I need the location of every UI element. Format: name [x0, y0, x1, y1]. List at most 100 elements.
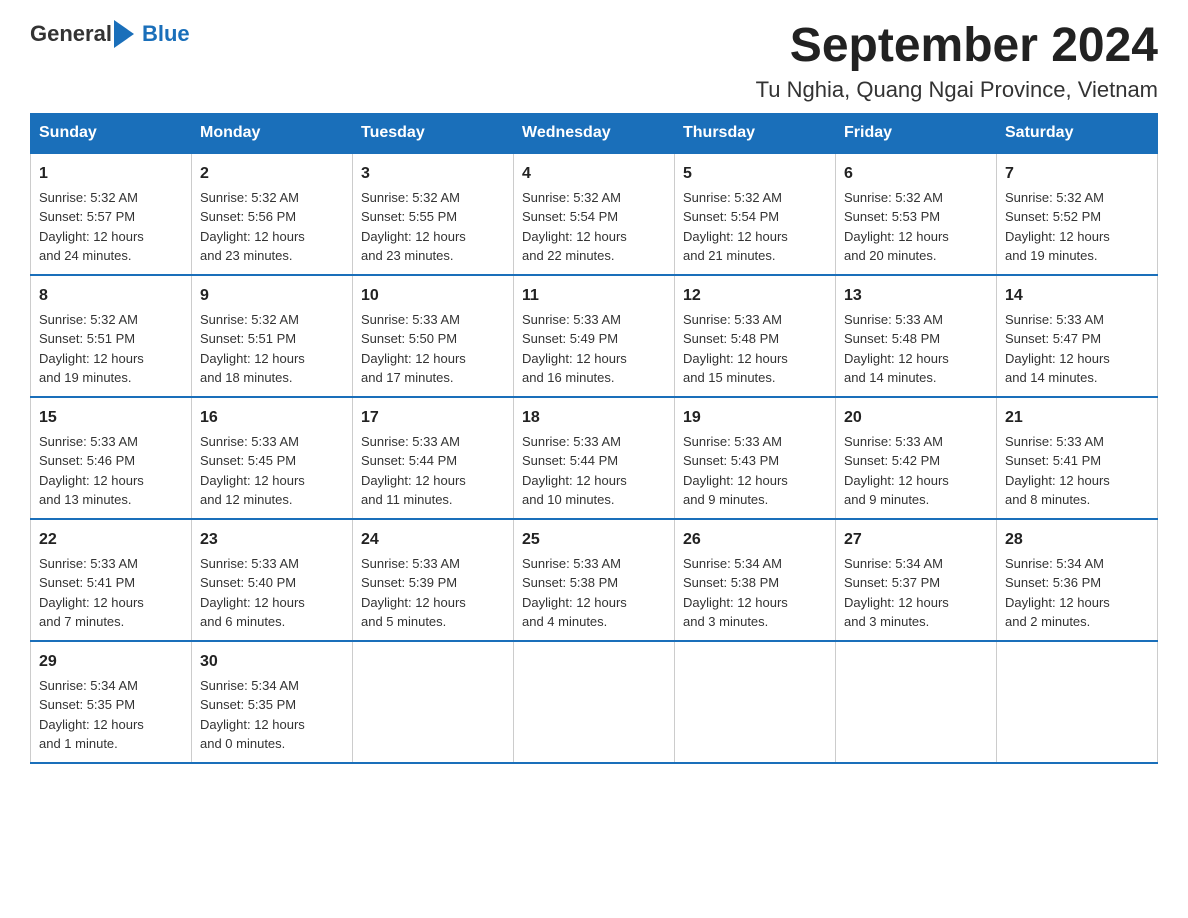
day-info: Sunrise: 5:34 AMSunset: 5:35 PMDaylight:…: [39, 676, 183, 754]
day-info: Sunrise: 5:33 AMSunset: 5:44 PMDaylight:…: [522, 432, 666, 510]
month-year-title: September 2024: [756, 20, 1158, 73]
calendar-day-cell: 10Sunrise: 5:33 AMSunset: 5:50 PMDayligh…: [353, 275, 514, 397]
day-number: 29: [39, 650, 183, 674]
day-number: 26: [683, 528, 827, 552]
day-number: 16: [200, 406, 344, 430]
calendar-day-cell: 11Sunrise: 5:33 AMSunset: 5:49 PMDayligh…: [514, 275, 675, 397]
day-info: Sunrise: 5:32 AMSunset: 5:53 PMDaylight:…: [844, 188, 988, 266]
calendar-day-cell: 5Sunrise: 5:32 AMSunset: 5:54 PMDaylight…: [675, 153, 836, 275]
day-info: Sunrise: 5:32 AMSunset: 5:56 PMDaylight:…: [200, 188, 344, 266]
calendar-week-row: 15Sunrise: 5:33 AMSunset: 5:46 PMDayligh…: [31, 397, 1158, 519]
calendar-header-saturday: Saturday: [997, 113, 1158, 153]
day-info: Sunrise: 5:32 AMSunset: 5:51 PMDaylight:…: [39, 310, 183, 388]
calendar-header-wednesday: Wednesday: [514, 113, 675, 153]
day-number: 4: [522, 162, 666, 186]
day-number: 9: [200, 284, 344, 308]
calendar-day-cell: 20Sunrise: 5:33 AMSunset: 5:42 PMDayligh…: [836, 397, 997, 519]
day-info: Sunrise: 5:32 AMSunset: 5:51 PMDaylight:…: [200, 310, 344, 388]
day-info: Sunrise: 5:34 AMSunset: 5:36 PMDaylight:…: [1005, 554, 1149, 632]
logo: General Blue: [30, 20, 190, 48]
day-number: 11: [522, 284, 666, 308]
day-number: 8: [39, 284, 183, 308]
calendar-day-cell: [997, 641, 1158, 763]
day-info: Sunrise: 5:33 AMSunset: 5:43 PMDaylight:…: [683, 432, 827, 510]
day-number: 5: [683, 162, 827, 186]
day-number: 6: [844, 162, 988, 186]
day-number: 28: [1005, 528, 1149, 552]
calendar-day-cell: 7Sunrise: 5:32 AMSunset: 5:52 PMDaylight…: [997, 153, 1158, 275]
calendar-week-row: 22Sunrise: 5:33 AMSunset: 5:41 PMDayligh…: [31, 519, 1158, 641]
day-info: Sunrise: 5:33 AMSunset: 5:42 PMDaylight:…: [844, 432, 988, 510]
calendar-day-cell: 2Sunrise: 5:32 AMSunset: 5:56 PMDaylight…: [192, 153, 353, 275]
calendar-day-cell: 17Sunrise: 5:33 AMSunset: 5:44 PMDayligh…: [353, 397, 514, 519]
calendar-day-cell: 26Sunrise: 5:34 AMSunset: 5:38 PMDayligh…: [675, 519, 836, 641]
day-info: Sunrise: 5:33 AMSunset: 5:41 PMDaylight:…: [1005, 432, 1149, 510]
day-number: 21: [1005, 406, 1149, 430]
calendar-day-cell: 30Sunrise: 5:34 AMSunset: 5:35 PMDayligh…: [192, 641, 353, 763]
day-info: Sunrise: 5:33 AMSunset: 5:46 PMDaylight:…: [39, 432, 183, 510]
calendar-day-cell: 27Sunrise: 5:34 AMSunset: 5:37 PMDayligh…: [836, 519, 997, 641]
day-info: Sunrise: 5:33 AMSunset: 5:49 PMDaylight:…: [522, 310, 666, 388]
page-header: General Blue September 2024 Tu Nghia, Qu…: [30, 20, 1158, 103]
day-info: Sunrise: 5:33 AMSunset: 5:47 PMDaylight:…: [1005, 310, 1149, 388]
calendar-header-monday: Monday: [192, 113, 353, 153]
day-number: 20: [844, 406, 988, 430]
day-number: 25: [522, 528, 666, 552]
day-info: Sunrise: 5:33 AMSunset: 5:39 PMDaylight:…: [361, 554, 505, 632]
calendar-day-cell: [836, 641, 997, 763]
logo-blue: Blue: [142, 21, 190, 47]
calendar-header-row: SundayMondayTuesdayWednesdayThursdayFrid…: [31, 113, 1158, 153]
day-info: Sunrise: 5:34 AMSunset: 5:38 PMDaylight:…: [683, 554, 827, 632]
calendar-week-row: 29Sunrise: 5:34 AMSunset: 5:35 PMDayligh…: [31, 641, 1158, 763]
calendar-day-cell: 24Sunrise: 5:33 AMSunset: 5:39 PMDayligh…: [353, 519, 514, 641]
calendar-day-cell: 12Sunrise: 5:33 AMSunset: 5:48 PMDayligh…: [675, 275, 836, 397]
day-info: Sunrise: 5:33 AMSunset: 5:40 PMDaylight:…: [200, 554, 344, 632]
logo-arrow-icon: [114, 20, 142, 48]
day-number: 18: [522, 406, 666, 430]
day-number: 7: [1005, 162, 1149, 186]
calendar-day-cell: 29Sunrise: 5:34 AMSunset: 5:35 PMDayligh…: [31, 641, 192, 763]
day-number: 24: [361, 528, 505, 552]
day-number: 19: [683, 406, 827, 430]
calendar-day-cell: 22Sunrise: 5:33 AMSunset: 5:41 PMDayligh…: [31, 519, 192, 641]
title-area: September 2024 Tu Nghia, Quang Ngai Prov…: [756, 20, 1158, 103]
day-number: 14: [1005, 284, 1149, 308]
day-info: Sunrise: 5:33 AMSunset: 5:38 PMDaylight:…: [522, 554, 666, 632]
day-info: Sunrise: 5:32 AMSunset: 5:54 PMDaylight:…: [522, 188, 666, 266]
calendar-day-cell: 13Sunrise: 5:33 AMSunset: 5:48 PMDayligh…: [836, 275, 997, 397]
calendar-day-cell: 15Sunrise: 5:33 AMSunset: 5:46 PMDayligh…: [31, 397, 192, 519]
day-number: 23: [200, 528, 344, 552]
calendar-week-row: 8Sunrise: 5:32 AMSunset: 5:51 PMDaylight…: [31, 275, 1158, 397]
day-info: Sunrise: 5:33 AMSunset: 5:48 PMDaylight:…: [683, 310, 827, 388]
day-info: Sunrise: 5:32 AMSunset: 5:55 PMDaylight:…: [361, 188, 505, 266]
calendar-day-cell: 21Sunrise: 5:33 AMSunset: 5:41 PMDayligh…: [997, 397, 1158, 519]
calendar-day-cell: 4Sunrise: 5:32 AMSunset: 5:54 PMDaylight…: [514, 153, 675, 275]
calendar-day-cell: 6Sunrise: 5:32 AMSunset: 5:53 PMDaylight…: [836, 153, 997, 275]
calendar-day-cell: 18Sunrise: 5:33 AMSunset: 5:44 PMDayligh…: [514, 397, 675, 519]
calendar-week-row: 1Sunrise: 5:32 AMSunset: 5:57 PMDaylight…: [31, 153, 1158, 275]
calendar-table: SundayMondayTuesdayWednesdayThursdayFrid…: [30, 113, 1158, 764]
day-number: 15: [39, 406, 183, 430]
calendar-day-cell: 28Sunrise: 5:34 AMSunset: 5:36 PMDayligh…: [997, 519, 1158, 641]
calendar-day-cell: 8Sunrise: 5:32 AMSunset: 5:51 PMDaylight…: [31, 275, 192, 397]
day-number: 27: [844, 528, 988, 552]
day-number: 10: [361, 284, 505, 308]
day-info: Sunrise: 5:33 AMSunset: 5:41 PMDaylight:…: [39, 554, 183, 632]
calendar-day-cell: 19Sunrise: 5:33 AMSunset: 5:43 PMDayligh…: [675, 397, 836, 519]
calendar-day-cell: 25Sunrise: 5:33 AMSunset: 5:38 PMDayligh…: [514, 519, 675, 641]
day-number: 12: [683, 284, 827, 308]
calendar-day-cell: 16Sunrise: 5:33 AMSunset: 5:45 PMDayligh…: [192, 397, 353, 519]
day-number: 30: [200, 650, 344, 674]
day-info: Sunrise: 5:33 AMSunset: 5:45 PMDaylight:…: [200, 432, 344, 510]
day-number: 3: [361, 162, 505, 186]
day-info: Sunrise: 5:34 AMSunset: 5:37 PMDaylight:…: [844, 554, 988, 632]
calendar-day-cell: 14Sunrise: 5:33 AMSunset: 5:47 PMDayligh…: [997, 275, 1158, 397]
calendar-day-cell: 9Sunrise: 5:32 AMSunset: 5:51 PMDaylight…: [192, 275, 353, 397]
calendar-day-cell: [353, 641, 514, 763]
day-info: Sunrise: 5:32 AMSunset: 5:54 PMDaylight:…: [683, 188, 827, 266]
day-info: Sunrise: 5:33 AMSunset: 5:44 PMDaylight:…: [361, 432, 505, 510]
calendar-day-cell: [514, 641, 675, 763]
location-subtitle: Tu Nghia, Quang Ngai Province, Vietnam: [756, 77, 1158, 103]
calendar-header-tuesday: Tuesday: [353, 113, 514, 153]
calendar-day-cell: 23Sunrise: 5:33 AMSunset: 5:40 PMDayligh…: [192, 519, 353, 641]
